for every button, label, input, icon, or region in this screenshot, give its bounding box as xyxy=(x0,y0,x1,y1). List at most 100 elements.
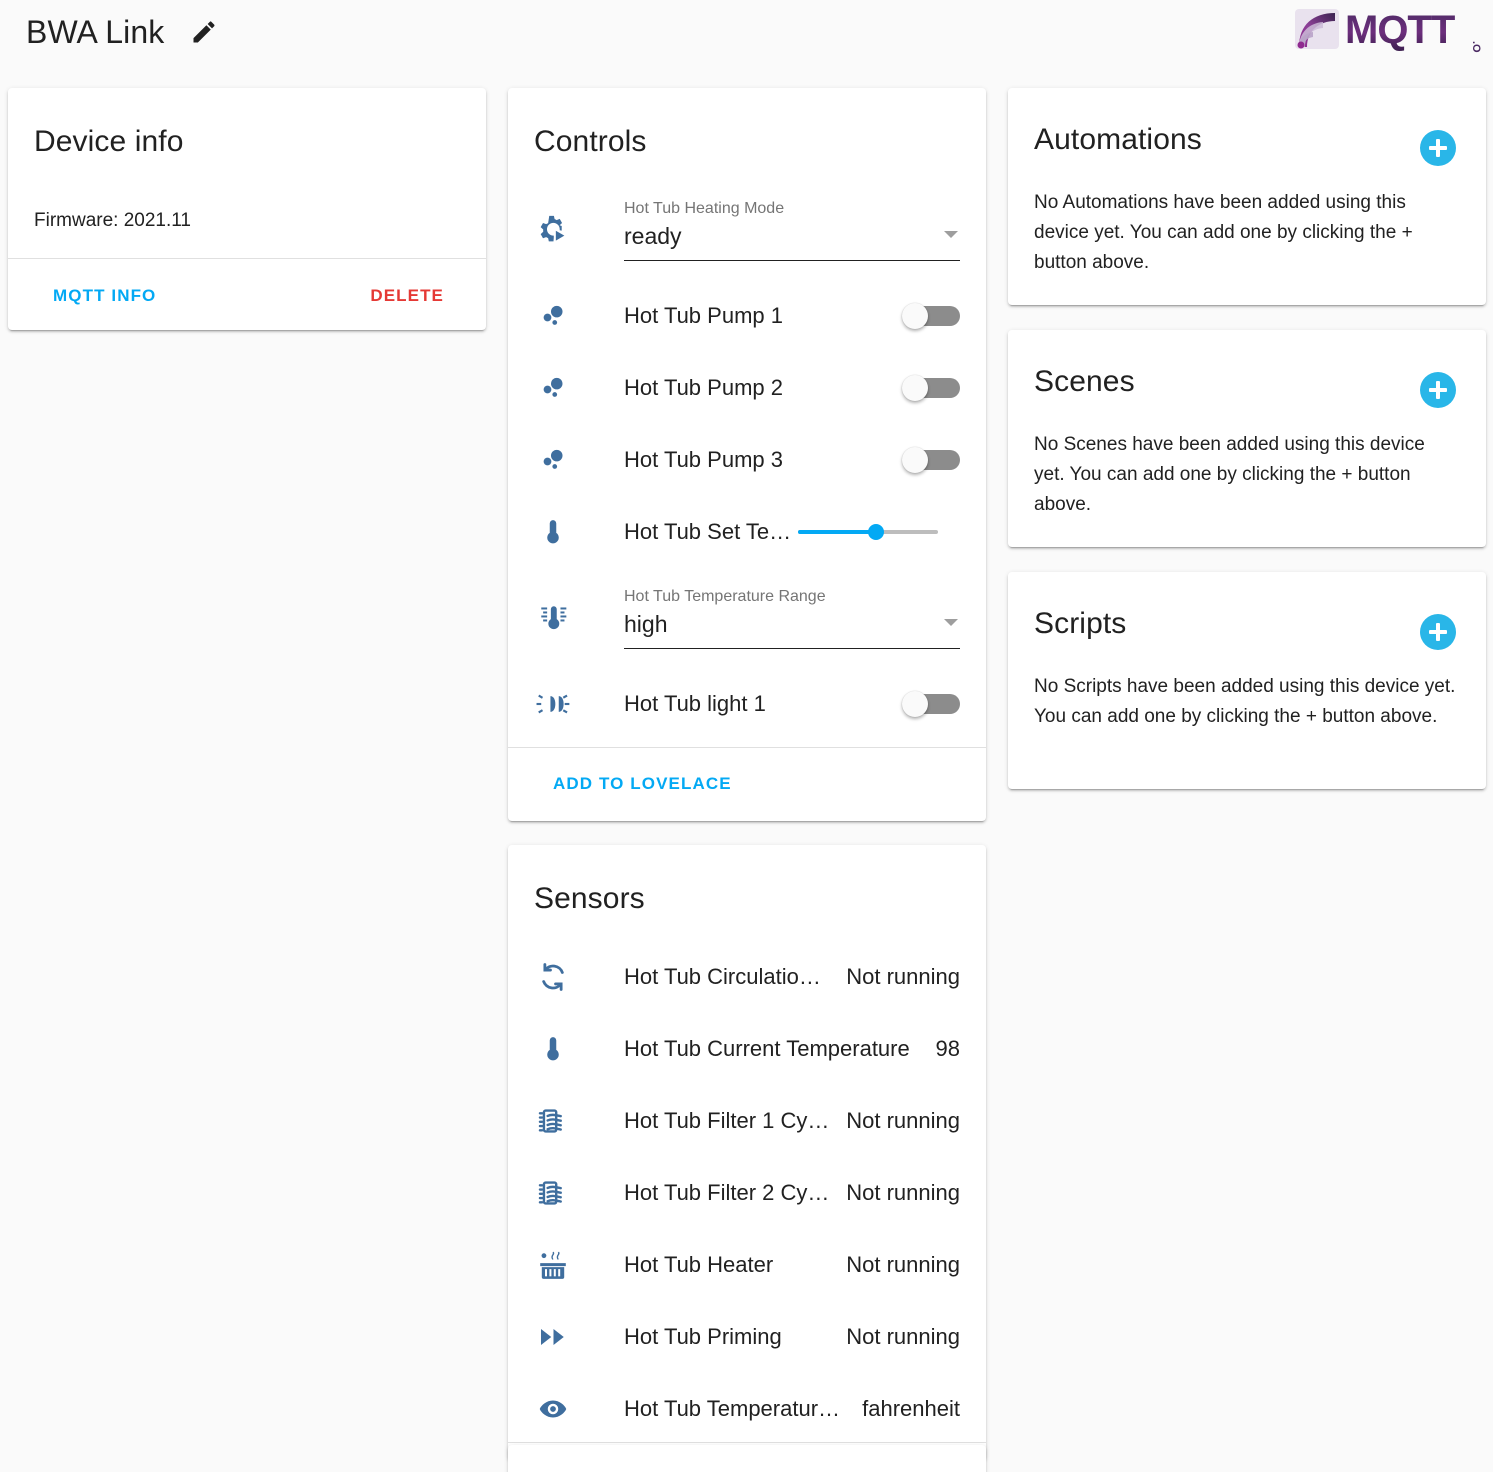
sensors-rows: Hot Tub Circulation Pu… Not running Hot Tu… xyxy=(508,941,986,1445)
control-select[interactable]: Hot Tub Heating Mode ready xyxy=(624,199,960,261)
svg-text:MQTT: MQTT xyxy=(1345,8,1455,52)
sensor-value: Not running xyxy=(846,964,960,989)
slider-thumb[interactable] xyxy=(868,524,885,540)
mqtt-info-button[interactable]: MQTT INFO xyxy=(53,286,156,306)
control-slider-row: Hot Tub Set Temp… xyxy=(508,496,986,568)
sensor-row[interactable]: Hot Tub Filter 2 Cycle R…Not running xyxy=(508,1157,986,1229)
scenes-title: Scenes xyxy=(1034,365,1135,398)
control-label: Hot Tub Pump 3 xyxy=(624,447,783,472)
controls-rows: Hot Tub Heating Mode ready Hot Tub Pump 1 H… xyxy=(508,180,986,740)
slider-fill xyxy=(798,530,877,534)
sensor-row[interactable]: Hot Tub Priming Not running xyxy=(508,1301,986,1373)
air-filter-icon xyxy=(530,1172,576,1214)
scripts-card: Scripts No Scripts have been added using… xyxy=(1008,572,1486,789)
device-info-card: Device info Firmware: 2021.11 MQTT INFO … xyxy=(8,88,486,330)
toggle-thumb xyxy=(902,303,928,329)
scenes-empty-text: No Scenes have been added using this dev… xyxy=(1034,434,1425,515)
sensor-row[interactable]: Hot Tub Current Temperature 98 xyxy=(508,1013,986,1085)
control-select-value: high xyxy=(624,611,668,637)
divider xyxy=(508,1442,986,1443)
control-select-label: Hot Tub Heating Mode xyxy=(624,200,785,217)
hot-tub-icon xyxy=(530,1244,576,1286)
cog-play-icon xyxy=(530,209,576,251)
lightbulb-on-icon xyxy=(530,683,576,725)
control-select-label: Hot Tub Temperature Range xyxy=(624,588,826,605)
air-filter-icon xyxy=(530,1100,576,1142)
sensors-card: Sensors Hot Tub Circulation Pu… Not runni… xyxy=(508,845,986,1460)
control-select[interactable]: Hot Tub Temperature Range high xyxy=(624,587,960,649)
device-info-title: Device info xyxy=(34,125,184,158)
sensor-name: Hot Tub Circulation Pu… xyxy=(624,964,847,989)
chevron-down-icon[interactable] xyxy=(944,231,958,238)
input-underline xyxy=(624,260,960,261)
toggle-thumb xyxy=(902,691,928,717)
temperature-slider[interactable] xyxy=(798,519,938,545)
sensor-row[interactable]: Hot Tub Temperature Sc… fahrenheit xyxy=(508,1373,986,1445)
sensor-row[interactable]: Hot Tub Heater Not running xyxy=(508,1229,986,1301)
chevron-down-icon[interactable] xyxy=(944,619,958,626)
svg-text:.ORG: .ORG xyxy=(1470,41,1482,53)
pencil-icon[interactable] xyxy=(190,18,218,46)
firmware-version: Firmware: 2021.11 xyxy=(34,210,191,231)
device-page: BWA Link MQTT Device info Firmware: 2021… xyxy=(0,0,1493,1472)
control-toggle-row: Hot Tub Pump 2 xyxy=(508,352,986,424)
sensor-value: 98 xyxy=(935,1036,960,1061)
add-script-button[interactable] xyxy=(1420,614,1456,650)
thermometer-icon xyxy=(530,1028,576,1070)
sync-icon xyxy=(530,956,576,998)
toggle-switch[interactable] xyxy=(902,303,960,329)
sensor-name: Hot Tub Filter 2 Cycle R… xyxy=(624,1180,846,1205)
sensor-name: Hot Tub Current Temperature xyxy=(624,1036,910,1061)
control-select-row: Hot Tub Temperature Range high xyxy=(508,568,986,668)
toggle-switch[interactable] xyxy=(902,447,960,473)
add-scene-button[interactable] xyxy=(1420,372,1456,408)
controls-card: Controls Hot Tub Heating Mode ready Hot Tu… xyxy=(508,88,986,821)
bubbles-icon xyxy=(530,439,576,481)
thermometer-lines-icon xyxy=(530,597,576,639)
control-label: Hot Tub Pump 1 xyxy=(624,303,783,328)
sensor-value: Not running xyxy=(846,1108,960,1133)
toggle-thumb xyxy=(902,447,928,473)
control-toggle-row: Hot Tub Pump 1 xyxy=(508,280,986,352)
control-toggle-row: Hot Tub Pump 3 xyxy=(508,424,986,496)
control-label: Hot Tub light 1 xyxy=(624,691,766,716)
sensor-name: Hot Tub Filter 1 Cycle R… xyxy=(624,1108,846,1133)
mqtt-org-logo: MQTT .ORG xyxy=(1289,2,1489,54)
toggle-thumb xyxy=(902,375,928,401)
scenes-card: Scenes No Scenes have been added using t… xyxy=(1008,330,1486,547)
input-underline xyxy=(624,648,960,649)
page-title: BWA Link xyxy=(26,14,165,50)
delete-button[interactable]: DELETE xyxy=(370,286,444,306)
sensor-value: Not running xyxy=(846,1180,960,1205)
sensors-title: Sensors xyxy=(534,882,645,915)
automations-card: Automations No Automations have been add… xyxy=(1008,88,1486,305)
scripts-title: Scripts xyxy=(1034,607,1127,640)
sensor-value: fahrenheit xyxy=(862,1396,960,1421)
controls-add-to-lovelace-button[interactable]: ADD TO LOVELACE xyxy=(553,774,732,794)
thermometer-icon xyxy=(530,511,576,553)
sensor-row[interactable]: Hot Tub Filter 1 Cycle R…Not running xyxy=(508,1085,986,1157)
control-select-row: Hot Tub Heating Mode ready xyxy=(508,180,986,280)
fast-forward-icon xyxy=(530,1316,576,1358)
sensor-name: Hot Tub Heater xyxy=(624,1252,774,1277)
page-header: BWA Link MQTT xyxy=(0,0,1493,66)
bubbles-icon xyxy=(530,367,576,409)
add-automation-button[interactable] xyxy=(1420,130,1456,166)
sensor-name: Hot Tub Priming xyxy=(624,1324,782,1349)
bubbles-icon xyxy=(530,295,576,337)
divider xyxy=(8,258,486,259)
control-toggle-row: Hot Tub light 1 xyxy=(508,668,986,740)
eye-icon xyxy=(530,1388,576,1430)
control-select-value: ready xyxy=(624,223,682,249)
controls-title: Controls xyxy=(534,125,647,158)
control-label: Hot Tub Set Temp… xyxy=(624,519,798,544)
sensor-value: Not running xyxy=(846,1324,960,1349)
sensor-row[interactable]: Hot Tub Circulation Pu… Not running xyxy=(508,941,986,1013)
scripts-empty-text: No Scripts have been added using this de… xyxy=(1034,676,1456,727)
sensor-name: Hot Tub Temperature Sc… xyxy=(624,1396,863,1421)
toggle-switch[interactable] xyxy=(902,691,960,717)
toggle-switch[interactable] xyxy=(902,375,960,401)
sensor-value: Not running xyxy=(846,1252,960,1277)
sensors-add-to-lovelace-card: ADD TO LOVELACE xyxy=(508,1445,986,1472)
divider xyxy=(508,747,986,748)
